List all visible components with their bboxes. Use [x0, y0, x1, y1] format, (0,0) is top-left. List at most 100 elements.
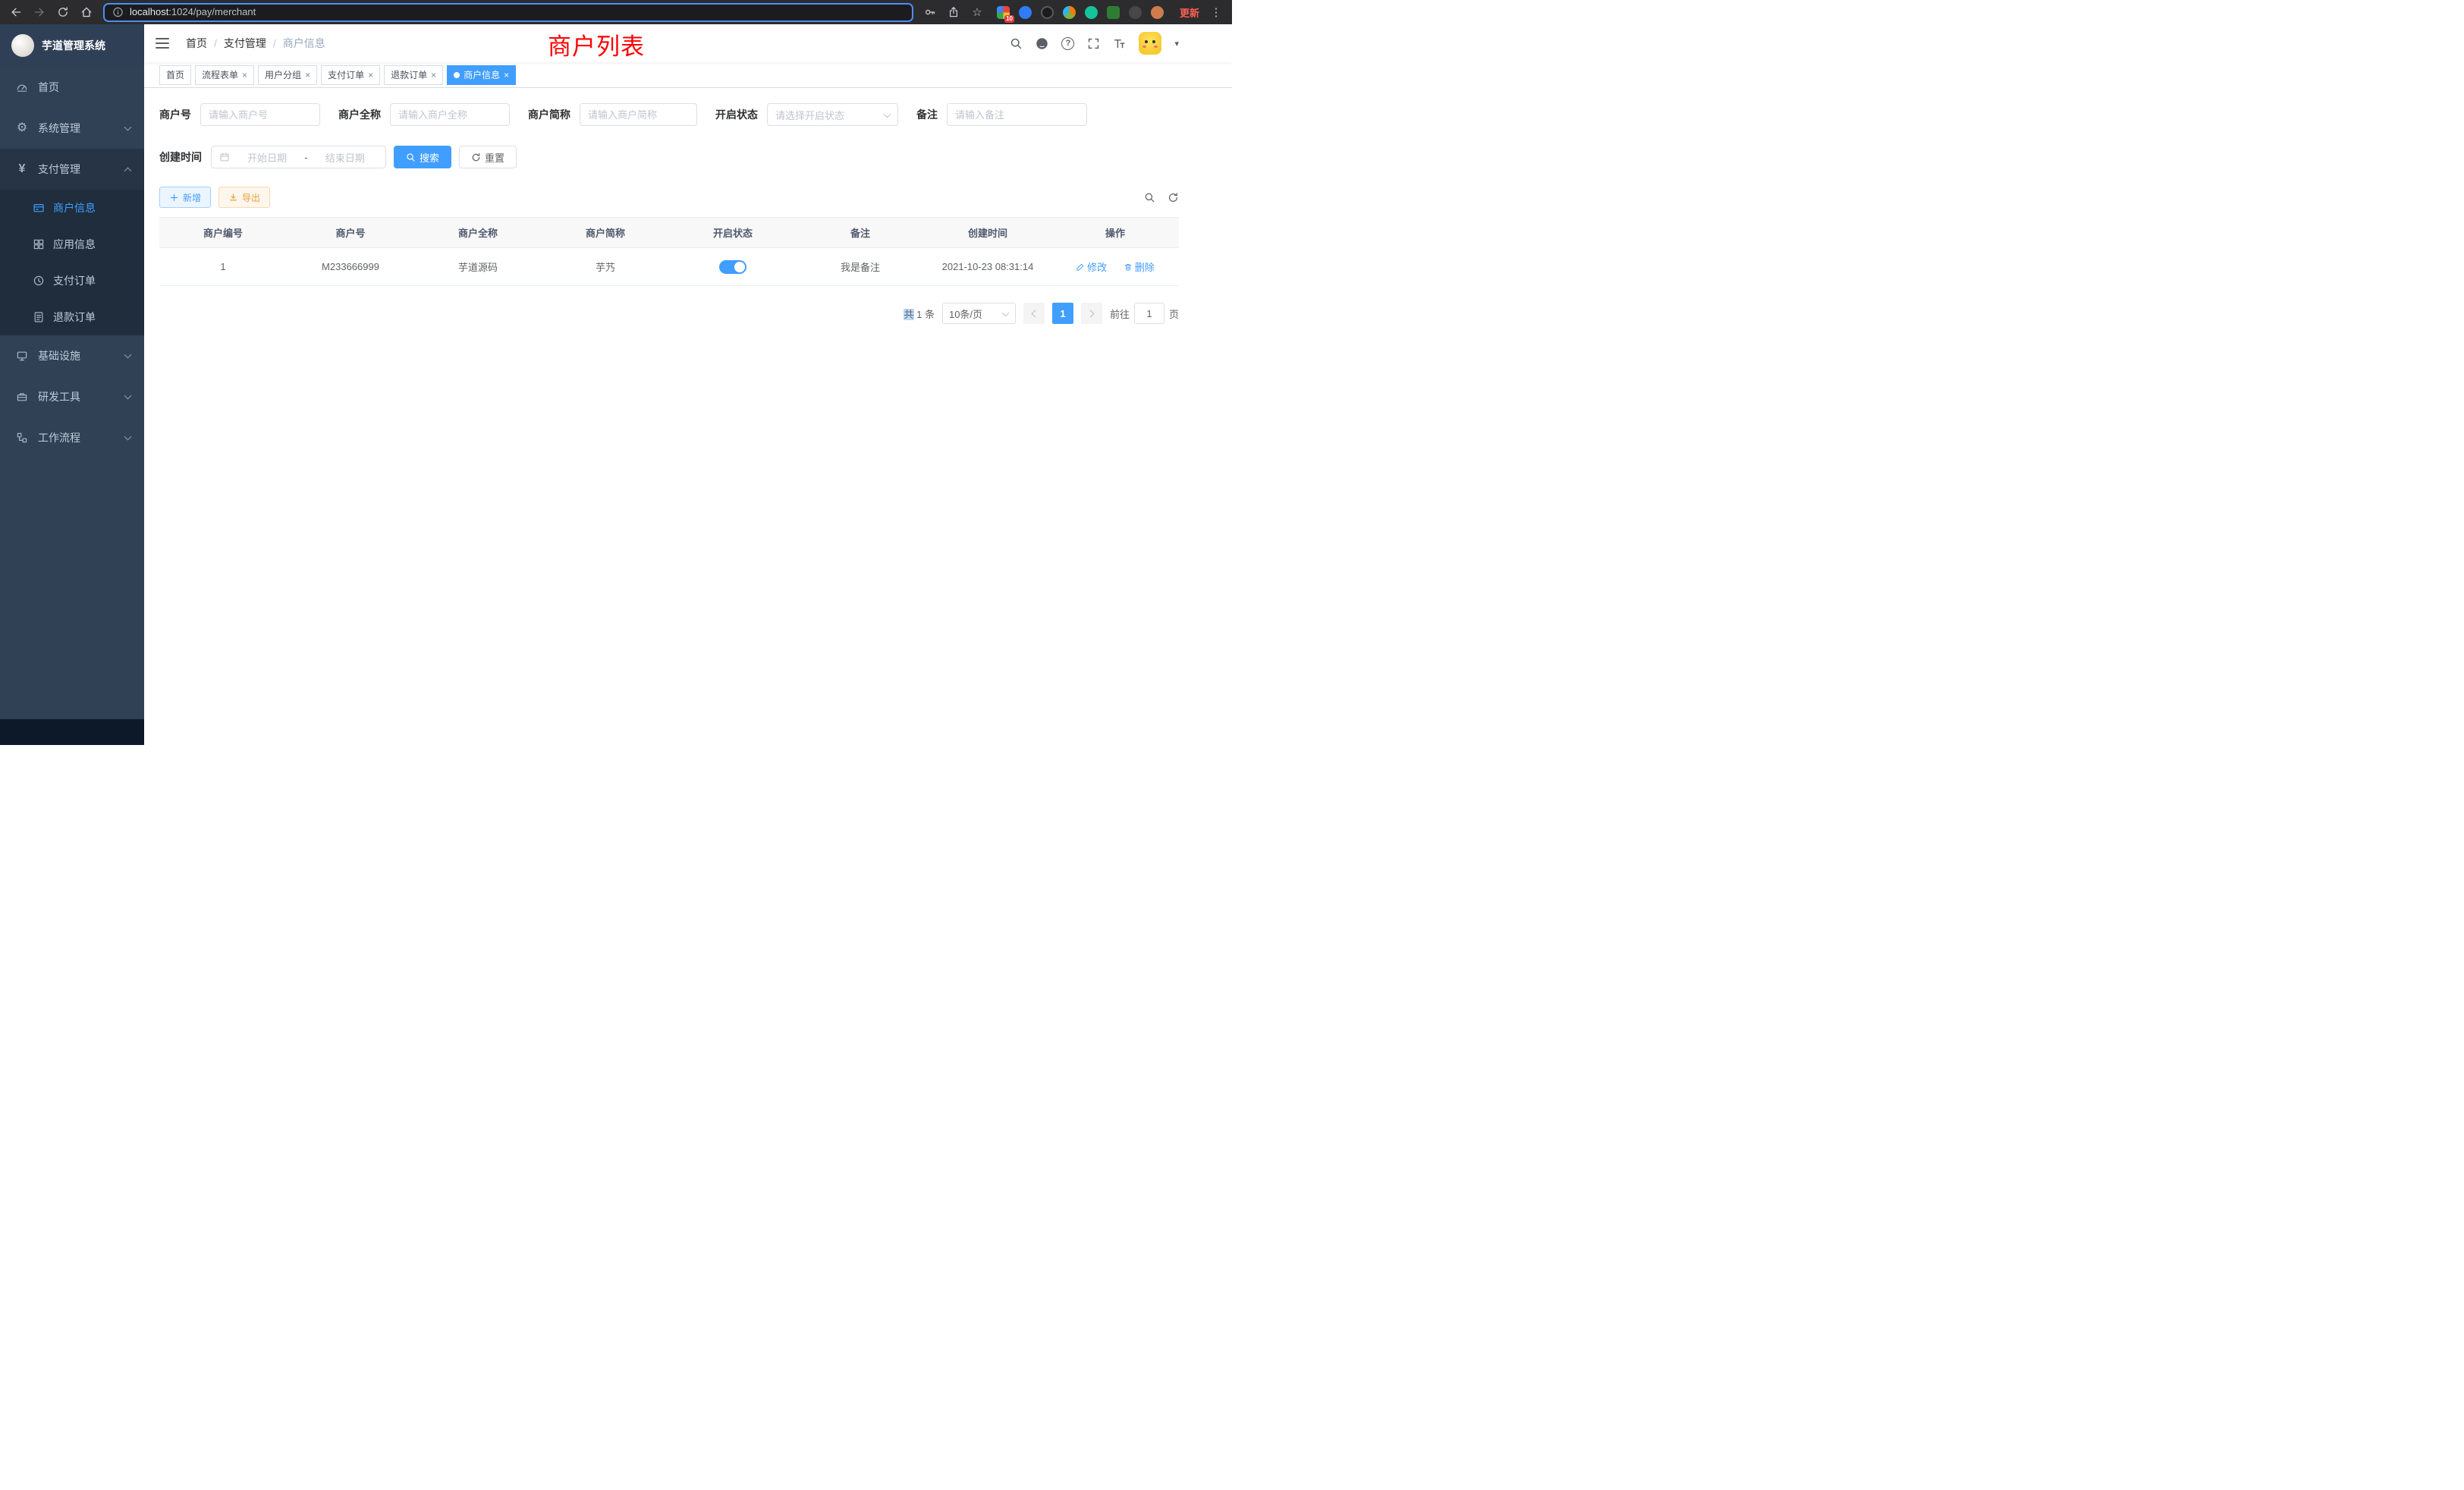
home-icon[interactable]: [80, 5, 93, 19]
extensions-area: 10: [997, 6, 1164, 19]
password-key-icon[interactable]: [923, 5, 937, 19]
tags-bar: 首页 流程表单 × 用户分组 × 支付订单 × 退款订单 ×: [144, 62, 1232, 88]
tab-label: 流程表单: [202, 68, 238, 81]
short-name-input[interactable]: [580, 103, 697, 126]
sidebar-subitem-app-info[interactable]: 应用信息: [0, 226, 144, 262]
current-page[interactable]: 1: [1052, 303, 1073, 324]
sidebar-subitem-merchant-info[interactable]: 商户信息: [0, 190, 144, 226]
sidebar-item-label: 基础设施: [38, 348, 125, 363]
pagination-total: 共 1 条: [904, 306, 934, 321]
date-range-picker[interactable]: 开始日期 - 结束日期: [211, 146, 386, 168]
url-bar[interactable]: localhost:1024/pay/merchant: [103, 3, 913, 22]
navbar-actions: ? ▾: [1010, 32, 1179, 55]
merchant-no-input[interactable]: [200, 103, 320, 126]
extension-icon[interactable]: [1063, 6, 1076, 19]
sidebar-subitem-refund-order[interactable]: 退款订单: [0, 299, 144, 335]
refresh-icon: [471, 152, 481, 162]
tab-user-group[interactable]: 用户分组 ×: [258, 65, 317, 85]
extension-icon[interactable]: [1019, 6, 1032, 19]
chevron-down-icon: [124, 123, 132, 130]
filter-remark: 备注: [916, 103, 1087, 126]
page-size-select[interactable]: 10条/页: [942, 303, 1016, 324]
github-icon[interactable]: [1036, 37, 1048, 50]
prev-page-button[interactable]: [1023, 303, 1045, 324]
status-toggle[interactable]: [719, 260, 746, 274]
status-select[interactable]: 请选择开启状态: [767, 103, 898, 126]
search-icon[interactable]: [1010, 37, 1023, 50]
sidebar-item-dev-tools[interactable]: 研发工具: [0, 376, 144, 417]
browser-menu-icon[interactable]: ⋮: [1209, 5, 1223, 19]
date-start-placeholder: 开始日期: [234, 150, 300, 165]
sidebar-item-payment[interactable]: ¥ 支付管理: [0, 149, 144, 190]
sidebar-item-label: 工作流程: [38, 430, 125, 445]
sidebar-item-label: 支付管理: [38, 162, 125, 177]
filter-row-2: 创建时间 开始日期 - 结束日期 搜索 重置: [159, 146, 1179, 168]
sidebar-item-home[interactable]: 首页: [0, 67, 144, 108]
filter-status: 开启状态 请选择开启状态: [715, 103, 898, 126]
close-icon[interactable]: ×: [368, 71, 373, 80]
search-button[interactable]: 搜索: [394, 146, 451, 168]
goto-page-input[interactable]: [1134, 303, 1164, 324]
date-separator: -: [304, 152, 307, 163]
bookmark-star-icon[interactable]: ☆: [970, 5, 984, 19]
merchant-name-input[interactable]: [390, 103, 510, 126]
page-goto: 前往 页: [1110, 303, 1179, 324]
sidebar-footer: [0, 719, 144, 745]
remark-input[interactable]: [947, 103, 1087, 126]
table-tools: [1144, 192, 1179, 203]
extension-icon[interactable]: [1151, 6, 1164, 19]
cell-short-name: 芋艿: [542, 248, 669, 286]
navbar: 首页 / 支付管理 / 商户信息 ?: [144, 24, 1232, 62]
sidebar-subitem-pay-order[interactable]: 支付订单: [0, 262, 144, 299]
extension-icon[interactable]: [1107, 6, 1120, 19]
toolbar: 新增 导出: [159, 187, 1179, 208]
extension-icon[interactable]: 10: [997, 6, 1010, 19]
back-icon[interactable]: [9, 5, 23, 19]
chevron-down-icon: [1002, 310, 1010, 317]
delete-button[interactable]: 删除: [1124, 259, 1155, 274]
browser-update-button[interactable]: 更新: [1180, 5, 1199, 20]
user-avatar[interactable]: [1139, 32, 1161, 55]
breadcrumb-payment[interactable]: 支付管理: [224, 36, 266, 51]
refund-doc-icon: [32, 311, 46, 323]
add-button[interactable]: 新增: [159, 187, 211, 208]
next-page-button[interactable]: [1081, 303, 1102, 324]
sidebar-subitem-label: 支付订单: [53, 273, 144, 288]
sidebar-item-label: 系统管理: [38, 121, 125, 136]
monitor-icon: [15, 350, 29, 362]
tab-refund-order[interactable]: 退款订单 ×: [384, 65, 443, 85]
font-size-icon[interactable]: [1113, 37, 1126, 50]
tab-merchant-info[interactable]: 商户信息 ×: [447, 65, 516, 85]
caret-down-icon[interactable]: ▾: [1174, 39, 1179, 49]
close-icon[interactable]: ×: [305, 71, 310, 80]
fullscreen-icon[interactable]: [1087, 37, 1100, 50]
app-logo[interactable]: 芋道管理系统: [0, 24, 144, 67]
tab-home[interactable]: 首页: [159, 65, 191, 85]
sidebar-item-workflow[interactable]: 工作流程: [0, 417, 144, 458]
edit-button[interactable]: 修改: [1076, 259, 1107, 274]
toggle-search-icon[interactable]: [1144, 192, 1155, 203]
help-icon[interactable]: ?: [1061, 37, 1074, 50]
reload-icon[interactable]: [56, 5, 70, 19]
breadcrumb-home[interactable]: 首页: [186, 36, 207, 51]
tab-pay-order[interactable]: 支付订单 ×: [321, 65, 380, 85]
site-info-icon[interactable]: [112, 7, 124, 18]
forward-icon[interactable]: [33, 5, 46, 19]
sidebar-item-infrastructure[interactable]: 基础设施: [0, 335, 144, 376]
extension-icon[interactable]: [1041, 6, 1054, 19]
export-button[interactable]: 导出: [218, 187, 270, 208]
trash-icon: [1124, 262, 1133, 272]
close-icon[interactable]: ×: [431, 71, 436, 80]
tab-process-form[interactable]: 流程表单 ×: [195, 65, 254, 85]
reset-button[interactable]: 重置: [459, 146, 517, 168]
refresh-icon[interactable]: [1168, 192, 1179, 203]
close-icon[interactable]: ×: [242, 71, 247, 80]
share-icon[interactable]: [947, 5, 960, 19]
hamburger-icon[interactable]: [156, 38, 169, 49]
pay-order-icon: [32, 275, 46, 287]
extension-icon[interactable]: [1129, 6, 1142, 19]
extension-icon[interactable]: [1085, 6, 1098, 19]
sidebar-item-system[interactable]: ⚙ 系统管理: [0, 108, 144, 149]
sidebar-subitem-label: 退款订单: [53, 310, 144, 325]
close-icon[interactable]: ×: [504, 71, 509, 80]
